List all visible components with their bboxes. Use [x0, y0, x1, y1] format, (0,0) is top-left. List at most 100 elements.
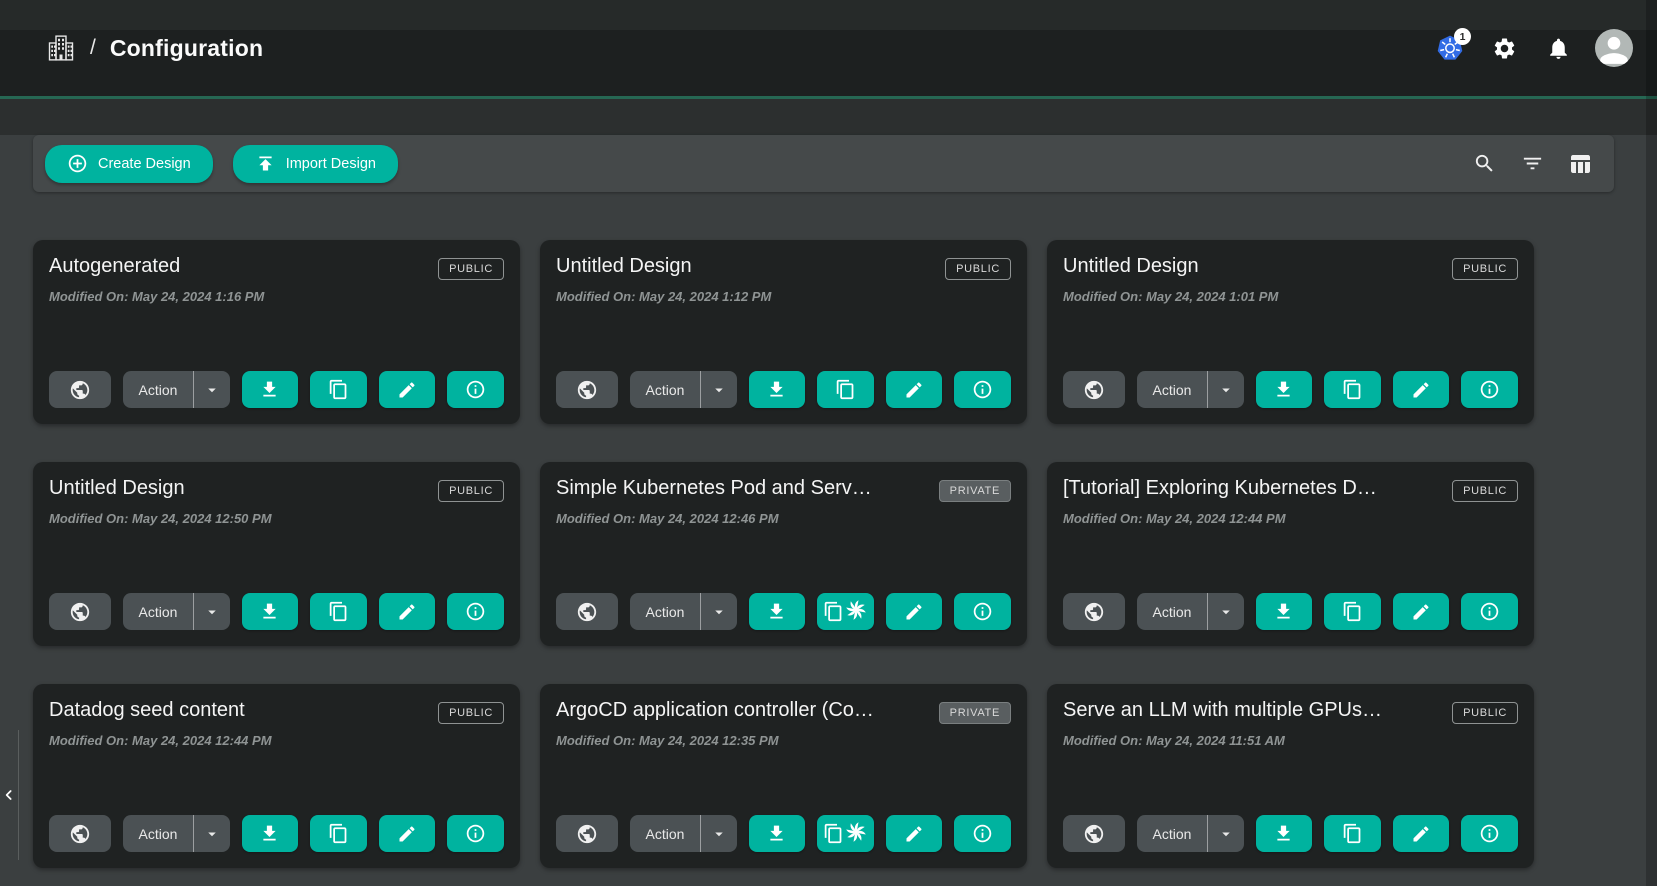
info-icon [972, 379, 993, 400]
download-design-button[interactable] [749, 815, 806, 852]
clone-design-button[interactable] [1324, 371, 1381, 408]
visibility-globe-button[interactable] [556, 815, 618, 852]
edit-design-button[interactable] [886, 815, 943, 852]
action-dropdown-button[interactable] [193, 371, 229, 408]
design-card: Datadog seed content PUBLIC Modified On:… [33, 684, 520, 868]
clone-design-button[interactable] [1324, 815, 1381, 852]
drawer-collapse-toggle[interactable] [0, 730, 19, 860]
action-dropdown-button[interactable] [1207, 815, 1243, 852]
action-button-group: Action [1137, 371, 1244, 408]
action-button[interactable]: Action [123, 815, 194, 852]
main-content: Create Design Import Design [0, 135, 1657, 886]
action-dropdown-button[interactable] [193, 593, 229, 630]
action-dropdown-button[interactable] [1207, 593, 1243, 630]
edit-design-button[interactable] [1393, 371, 1450, 408]
clone-design-button[interactable] [817, 593, 874, 630]
info-design-button[interactable] [954, 371, 1011, 408]
download-design-button[interactable] [242, 815, 299, 852]
info-design-button[interactable] [447, 371, 504, 408]
action-button-group: Action [630, 371, 737, 408]
card-header: Untitled Design PUBLIC [1063, 255, 1518, 280]
download-design-button[interactable] [749, 593, 806, 630]
download-design-button[interactable] [1256, 593, 1313, 630]
card-action-row: Action [556, 815, 1011, 852]
action-dropdown-button[interactable] [700, 815, 736, 852]
card-header: ArgoCD application controller (Co… PRIVA… [556, 699, 1011, 724]
action-dropdown-button[interactable] [1207, 371, 1243, 408]
visibility-globe-button[interactable] [49, 371, 111, 408]
action-button[interactable]: Action [1137, 815, 1208, 852]
info-design-button[interactable] [447, 815, 504, 852]
action-button[interactable]: Action [123, 371, 194, 408]
design-title: Untitled Design [556, 255, 692, 278]
visibility-globe-button[interactable] [49, 593, 111, 630]
download-design-button[interactable] [749, 371, 806, 408]
edit-design-button[interactable] [886, 593, 943, 630]
action-button[interactable]: Action [630, 593, 701, 630]
action-button[interactable]: Action [630, 815, 701, 852]
action-button[interactable]: Action [1137, 593, 1208, 630]
download-design-button[interactable] [242, 371, 299, 408]
kubernetes-context-button[interactable]: 1 [1433, 31, 1467, 65]
clone-design-button[interactable] [310, 593, 367, 630]
edit-design-button[interactable] [379, 371, 436, 408]
header-actions: 1 [1433, 29, 1633, 67]
info-design-button[interactable] [954, 815, 1011, 852]
card-action-row: Action [1063, 815, 1518, 852]
copy-icon [823, 601, 844, 622]
edit-design-button[interactable] [1393, 593, 1450, 630]
settings-button[interactable] [1487, 31, 1521, 65]
card-action-row: Action [49, 371, 504, 408]
modified-timestamp: Modified On: May 24, 2024 1:01 PM [1063, 289, 1518, 304]
table-view-button[interactable] [1564, 148, 1596, 180]
download-design-button[interactable] [242, 593, 299, 630]
pencil-icon [1411, 380, 1431, 400]
download-design-button[interactable] [1256, 815, 1313, 852]
download-icon [259, 601, 280, 622]
info-design-button[interactable] [954, 593, 1011, 630]
action-button[interactable]: Action [1137, 371, 1208, 408]
edit-design-button[interactable] [379, 815, 436, 852]
action-dropdown-button[interactable] [700, 371, 736, 408]
action-button[interactable]: Action [123, 593, 194, 630]
visibility-globe-button[interactable] [1063, 593, 1125, 630]
card-action-row: Action [1063, 371, 1518, 408]
modified-timestamp: Modified On: May 24, 2024 12:50 PM [49, 511, 504, 526]
clone-design-button[interactable] [1324, 593, 1381, 630]
clone-design-button[interactable] [817, 815, 874, 852]
clone-design-button[interactable] [310, 815, 367, 852]
info-design-button[interactable] [1461, 371, 1518, 408]
info-icon [972, 601, 993, 622]
search-button[interactable] [1468, 148, 1500, 180]
visibility-badge: PUBLIC [1452, 702, 1518, 724]
visibility-globe-button[interactable] [49, 815, 111, 852]
notifications-button[interactable] [1541, 31, 1575, 65]
info-design-button[interactable] [447, 593, 504, 630]
edit-design-button[interactable] [1393, 815, 1450, 852]
action-button[interactable]: Action [630, 371, 701, 408]
info-icon [972, 823, 993, 844]
visibility-globe-button[interactable] [1063, 815, 1125, 852]
user-avatar[interactable] [1595, 29, 1633, 67]
action-button-group: Action [630, 593, 737, 630]
info-design-button[interactable] [1461, 593, 1518, 630]
clone-design-button[interactable] [310, 371, 367, 408]
card-action-row: Action [49, 593, 504, 630]
visibility-globe-button[interactable] [556, 593, 618, 630]
globe-icon [576, 823, 598, 845]
info-design-button[interactable] [1461, 815, 1518, 852]
scrollbar-track[interactable] [1646, 0, 1657, 886]
card-action-row: Action [556, 371, 1011, 408]
clone-design-button[interactable] [817, 371, 874, 408]
download-design-button[interactable] [1256, 371, 1313, 408]
edit-design-button[interactable] [886, 371, 943, 408]
create-design-button[interactable]: Create Design [45, 145, 213, 183]
action-dropdown-button[interactable] [193, 815, 229, 852]
card-action-row: Action [1063, 593, 1518, 630]
import-design-button[interactable]: Import Design [233, 145, 398, 183]
visibility-globe-button[interactable] [556, 371, 618, 408]
filter-button[interactable] [1516, 148, 1548, 180]
edit-design-button[interactable] [379, 593, 436, 630]
action-dropdown-button[interactable] [700, 593, 736, 630]
visibility-globe-button[interactable] [1063, 371, 1125, 408]
